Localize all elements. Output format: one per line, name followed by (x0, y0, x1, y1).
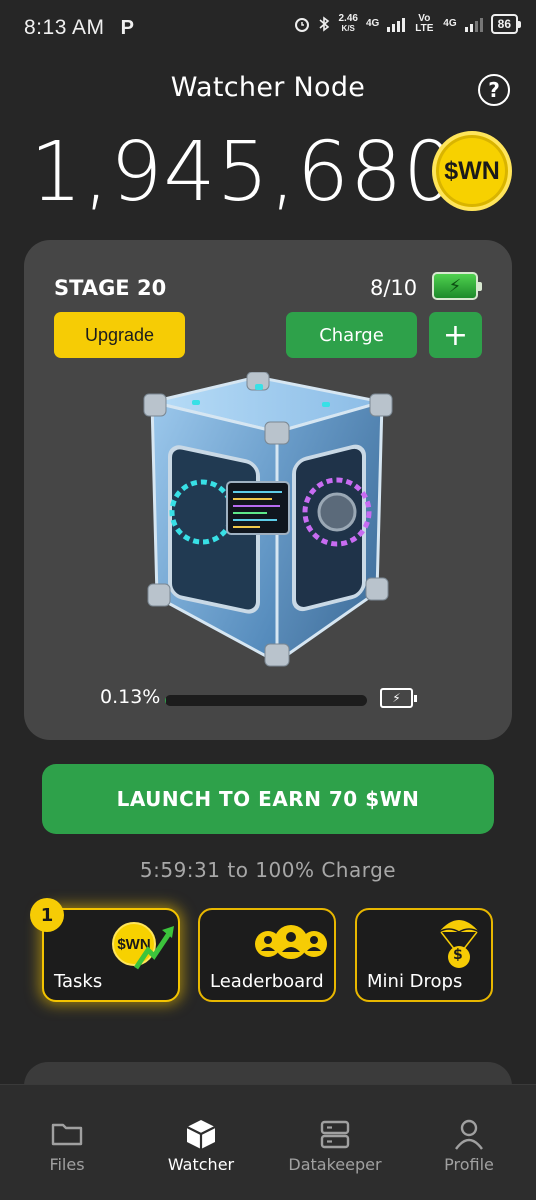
charge-button[interactable]: Charge (286, 312, 417, 358)
tasks-tile[interactable]: $WN Tasks (42, 908, 180, 1002)
bottom-navigation: Files Watcher Datakeeper Profile (0, 1084, 536, 1200)
person-icon (455, 1119, 483, 1150)
leaderboard-label: Leaderboard (210, 971, 324, 992)
charge-count: 8/10 (370, 276, 418, 300)
balance-amount: 1,945,680 (30, 125, 457, 220)
volte-label: Vo LTE (415, 13, 434, 34)
progress-bar (165, 695, 367, 706)
charging-battery-icon: ⚡ (380, 688, 417, 708)
signal-bars-1-icon (387, 16, 406, 32)
battery-indicator: 86 (490, 14, 522, 34)
stage-card: STAGE 20 8/10 ⚡ Upgrade Charge + 0.13% ⚡ (24, 240, 512, 740)
network-type-2: 4G (443, 18, 457, 29)
upgrade-button[interactable]: Upgrade (54, 312, 185, 358)
page-title: Watcher Node (170, 72, 366, 103)
network-speed: 2.46 K/S (338, 14, 357, 34)
charge-progress: 0.13% ⚡ (24, 686, 512, 714)
charge-timer: 5:59:31 to 100% Charge (139, 858, 397, 882)
mini-drops-coin-label: $ (453, 947, 463, 963)
server-icon (320, 1120, 350, 1149)
stage-label: STAGE 20 (54, 276, 167, 300)
app-notification-icon: P (120, 16, 134, 39)
status-bar: 8:13 AM P 2.46 K/S 4G Vo LTE 4G 86 (0, 0, 536, 56)
alarm-icon (295, 18, 310, 32)
nav-watcher[interactable]: Watcher (134, 1085, 268, 1200)
nav-profile[interactable]: Profile (402, 1085, 536, 1200)
folder-icon (51, 1123, 83, 1146)
watcher-node-cube-image (132, 371, 402, 672)
group-icon (255, 925, 327, 959)
full-battery-icon: ⚡ (432, 272, 482, 300)
tasks-notification-badge: 1 (30, 898, 64, 932)
cube-icon (186, 1120, 216, 1149)
network-type-1: 4G (365, 18, 380, 29)
leaderboard-tile[interactable]: Leaderboard (198, 908, 336, 1002)
speed-unit: K/S (341, 24, 355, 33)
signal-bars-2-icon (464, 16, 483, 32)
nav-files[interactable]: Files (0, 1085, 134, 1200)
progress-percent: 0.13% (100, 686, 161, 708)
nav-datakeeper[interactable]: Datakeeper (268, 1085, 402, 1200)
bolt-icon: ⚡ (448, 275, 462, 297)
growth-arrow-icon (133, 926, 174, 970)
wn-coin-icon: $WN (432, 131, 512, 211)
tasks-label: Tasks (54, 971, 103, 992)
bluetooth-icon (319, 16, 330, 32)
launch-to-earn-button[interactable]: LAUNCH TO EARN 70 $WN (42, 764, 494, 834)
add-charge-button[interactable]: + (429, 312, 482, 358)
nav-datakeeper-label: Datakeeper (288, 1155, 382, 1174)
help-icon: ? (488, 78, 500, 102)
mini-drops-tile[interactable]: $ Mini Drops (355, 908, 493, 1002)
speed-value: 2.46 (338, 13, 358, 24)
status-icons: 2.46 K/S 4G Vo LTE 4G 86 (294, 13, 522, 34)
mini-drops-label: Mini Drops (367, 971, 463, 992)
nav-profile-label: Profile (444, 1155, 494, 1174)
status-time: 8:13 AM (24, 16, 105, 39)
nav-watcher-label: Watcher (167, 1155, 235, 1174)
help-button[interactable]: ? (478, 74, 510, 106)
nav-files-label: Files (49, 1155, 85, 1174)
